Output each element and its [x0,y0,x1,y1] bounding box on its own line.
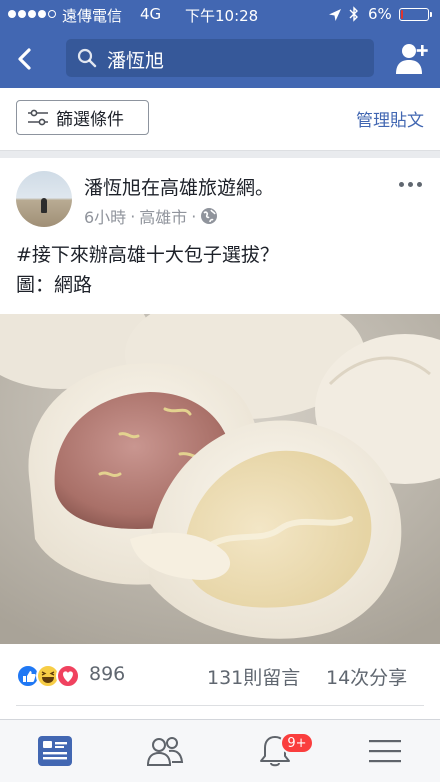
comment-count[interactable]: 131則留言 [207,663,300,690]
post-author-line[interactable]: 潘恆旭在高雄旅遊網。 [84,173,274,200]
pork-bun-photo [0,314,440,644]
status-time: 下午10:28 [185,7,259,25]
news-feed-icon[interactable] [35,733,75,769]
reaction-count[interactable]: 896 [89,663,125,685]
friends-icon[interactable] [145,733,185,769]
post-meta: 6小時 · 高雄市 · [84,204,218,228]
add-friend-icon[interactable] [392,40,430,78]
manage-posts-link[interactable]: 管理貼文 [356,106,424,131]
network-type: 4G [140,5,162,23]
battery-icon [399,8,432,21]
notification-badge: 9+ [280,732,314,754]
filter-bar: 篩選條件 管理貼文 [0,88,440,151]
feed-separator [0,151,440,158]
search-header: 潘恆旭 [0,30,440,88]
sliders-icon [28,109,48,125]
post-text-line: #接下來辦高雄十大包子選拔？ [16,244,279,266]
post-photo[interactable] [0,314,440,644]
post-location[interactable]: 高雄市 [139,204,187,228]
post-text-line: 圖：網路 [16,274,93,296]
reaction-icons [16,664,80,688]
battery-percent: 6% [368,5,392,23]
post-text: #接下來辦高雄十大包子選拔？ 圖：網路 [16,240,279,300]
more-options-button[interactable] [399,182,422,187]
meta-separator: · [130,206,136,226]
search-input[interactable]: 潘恆旭 [66,39,374,77]
back-button[interactable] [8,40,42,78]
globe-icon [201,208,218,224]
bottom-tab-bar: 9+ [0,719,440,782]
avatar[interactable] [16,171,72,227]
menu-icon[interactable] [365,733,405,769]
location-arrow-icon [329,9,341,21]
signal-strength-icon [8,10,56,18]
filter-button-label: 篩選條件 [56,110,124,130]
divider [16,705,424,706]
reactions-bar[interactable]: 896 131則留言 14次分享 [0,656,440,696]
filter-button[interactable]: 篩選條件 [16,100,149,135]
share-count[interactable]: 14次分享 [326,663,407,690]
meta-separator: · [191,206,197,226]
post-card: 潘恆旭在高雄旅遊網。 6小時 · 高雄市 · #接下來辦高雄十大包子選拔？ 圖：… [0,158,440,719]
search-icon [77,48,97,68]
search-query-text: 潘恆旭 [107,50,165,72]
bluetooth-icon [349,6,358,22]
carrier-name: 遠傳電信 [62,7,123,25]
battery-level [401,10,403,19]
post-time[interactable]: 6小時 [84,204,126,228]
status-bar: 遠傳電信 4G 下午10:28 6% [0,0,440,30]
